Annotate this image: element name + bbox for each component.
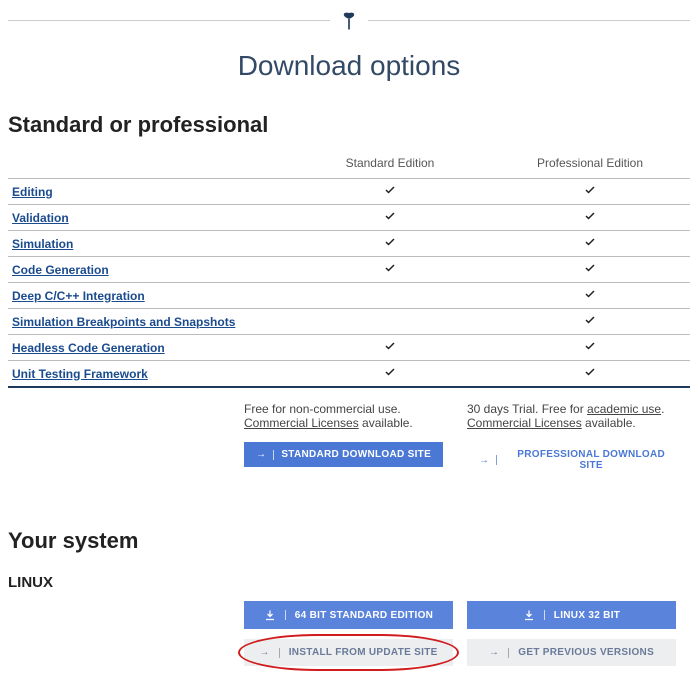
commercial-licenses-link-pro[interactable]: Commercial Licenses xyxy=(467,416,582,430)
check-icon xyxy=(384,366,396,381)
edition-download-row: → Standard Download Site → Professional … xyxy=(8,442,690,478)
check-icon xyxy=(384,236,396,251)
edition-notes: Free for non-commercial use. Commercial … xyxy=(8,402,690,430)
col-header-standard: Standard Edition xyxy=(290,150,490,179)
ornament-icon xyxy=(340,10,358,30)
check-icon xyxy=(584,184,596,199)
feature-std-cell xyxy=(290,361,490,388)
feature-link[interactable]: Deep C/C++ Integration xyxy=(12,289,145,303)
feature-pro-cell xyxy=(490,231,690,257)
feature-table: Standard Edition Professional Edition Ed… xyxy=(8,150,690,388)
feature-std-cell xyxy=(290,257,490,283)
feature-link[interactable]: Validation xyxy=(12,211,69,225)
system-buttons: 64 Bit Standard Edition → Install From U… xyxy=(8,601,690,666)
standard-note: Free for non-commercial use. Commercial … xyxy=(244,402,467,430)
feature-pro-cell xyxy=(490,309,690,335)
feature-pro-cell xyxy=(490,179,690,205)
feature-pro-cell xyxy=(490,257,690,283)
feature-pro-cell xyxy=(490,283,690,309)
feature-pro-cell xyxy=(490,205,690,231)
feature-row: Validation xyxy=(8,205,690,231)
feature-std-cell xyxy=(290,205,490,231)
check-icon xyxy=(384,184,396,199)
check-icon xyxy=(584,314,596,329)
download-icon xyxy=(264,609,276,621)
feature-row: Simulation Breakpoints and Snapshots xyxy=(8,309,690,335)
check-icon xyxy=(384,262,396,277)
ornament-divider xyxy=(8,10,690,30)
feature-link[interactable]: Code Generation xyxy=(12,263,109,277)
arrow-right-icon: → xyxy=(489,647,499,658)
download-32bit-button[interactable]: Linux 32 Bit xyxy=(467,601,676,629)
feature-link[interactable]: Editing xyxy=(12,185,53,199)
page-title: Download options xyxy=(8,50,690,82)
check-icon xyxy=(584,262,596,277)
feature-std-cell xyxy=(290,283,490,309)
feature-link[interactable]: Simulation xyxy=(12,237,73,251)
feature-row: Simulation xyxy=(8,231,690,257)
os-label: LINUX xyxy=(8,574,690,591)
check-icon xyxy=(584,366,596,381)
check-icon xyxy=(584,340,596,355)
feature-row: Unit Testing Framework xyxy=(8,361,690,388)
check-icon xyxy=(584,236,596,251)
feature-link[interactable]: Simulation Breakpoints and Snapshots xyxy=(12,315,235,329)
check-icon xyxy=(584,210,596,225)
check-icon xyxy=(384,340,396,355)
feature-std-cell xyxy=(290,309,490,335)
academic-use-link[interactable]: academic use xyxy=(587,402,661,416)
feature-row: Headless Code Generation xyxy=(8,335,690,361)
feature-row: Code Generation xyxy=(8,257,690,283)
feature-link[interactable]: Headless Code Generation xyxy=(12,341,165,355)
feature-pro-cell xyxy=(490,361,690,388)
feature-row: Editing xyxy=(8,179,690,205)
your-system-heading: Your system xyxy=(8,528,690,554)
commercial-licenses-link[interactable]: Commercial Licenses xyxy=(244,416,359,430)
professional-note: 30 days Trial. Free for academic use. Co… xyxy=(467,402,690,430)
standard-download-site-button[interactable]: → Standard Download Site xyxy=(244,442,443,467)
rule-left xyxy=(8,20,330,21)
download-icon xyxy=(523,609,535,621)
arrow-right-icon: → xyxy=(256,449,266,460)
feature-std-cell xyxy=(290,335,490,361)
feature-std-cell xyxy=(290,231,490,257)
install-from-update-site-button[interactable]: → Install From Update Site xyxy=(244,639,453,666)
professional-download-site-button[interactable]: → Professional Download Site xyxy=(467,442,690,478)
feature-row: Deep C/C++ Integration xyxy=(8,283,690,309)
arrow-right-icon: → xyxy=(479,455,489,466)
rule-right xyxy=(368,20,690,21)
download-64bit-button[interactable]: 64 Bit Standard Edition xyxy=(244,601,453,629)
highlighted-install-option: → Install From Update Site xyxy=(244,639,453,666)
feature-link[interactable]: Unit Testing Framework xyxy=(12,367,148,381)
check-icon xyxy=(584,288,596,303)
arrow-right-icon: → xyxy=(259,647,269,658)
editions-heading: Standard or professional xyxy=(8,112,690,138)
get-previous-versions-button[interactable]: → Get Previous Versions xyxy=(467,639,676,666)
check-icon xyxy=(384,210,396,225)
feature-std-cell xyxy=(290,179,490,205)
col-header-professional: Professional Edition xyxy=(490,150,690,179)
feature-pro-cell xyxy=(490,335,690,361)
